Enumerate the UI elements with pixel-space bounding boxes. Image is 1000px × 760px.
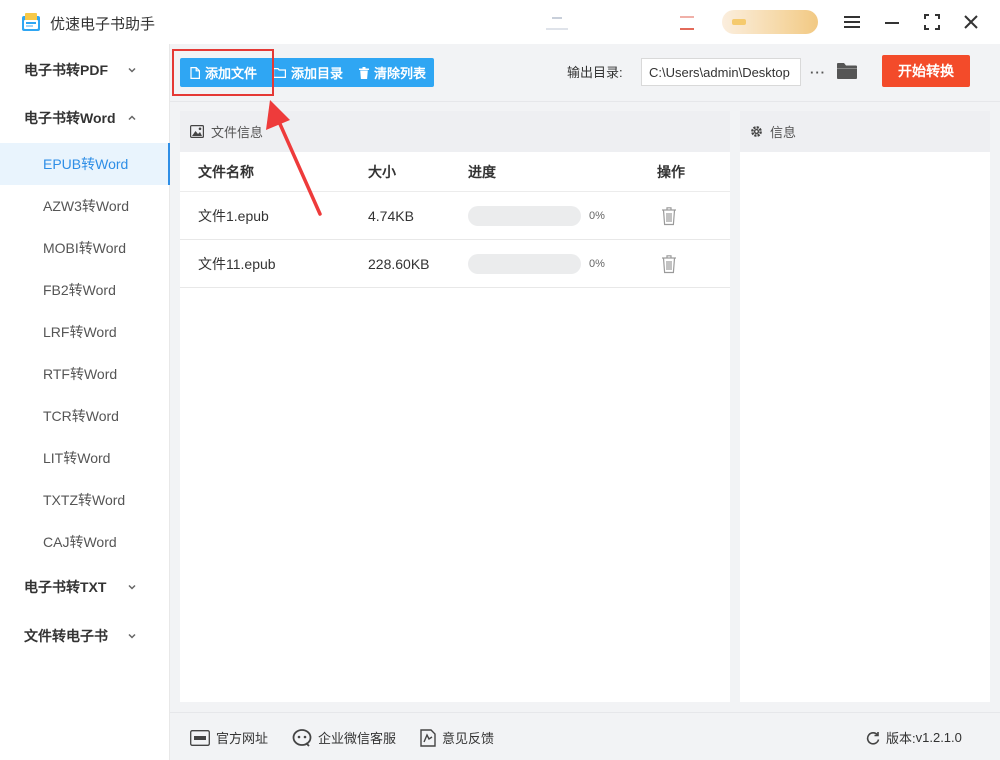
chevron-down-icon (128, 67, 136, 73)
website-label: 官方网址 (216, 731, 269, 746)
delete-icon[interactable] (661, 206, 677, 226)
sidebar-group-label: 电子书转PDF (24, 62, 108, 78)
file-panel-header: 文件信息 (180, 111, 730, 152)
sidebar-group-word[interactable]: 电子书转Word (0, 94, 170, 142)
version-info: 版本: v1.2.1.0 (866, 728, 962, 747)
minimize-icon[interactable] (880, 10, 904, 34)
start-convert-button[interactable]: 开始转换 (882, 55, 970, 87)
file-panel-title: 文件信息 (211, 125, 264, 140)
output-dir-input[interactable] (641, 58, 801, 86)
table-header: 文件名称 大小 进度 操作 (180, 152, 730, 192)
add-folder-label: 添加目录 (291, 66, 344, 81)
folder-outline-icon (273, 68, 287, 78)
wechat-label: 企业微信客服 (318, 731, 397, 746)
chevron-up-icon (128, 115, 136, 121)
chevron-down-icon (128, 584, 136, 590)
open-folder-icon[interactable] (836, 61, 858, 81)
wechat-icon (292, 728, 312, 747)
chevron-down-icon (128, 633, 136, 639)
sidebar-item-label: LIT转Word (43, 450, 111, 466)
sidebar-group-pdf[interactable]: 电子书转PDF (0, 46, 170, 94)
app-title: 优速电子书助手 (50, 16, 156, 33)
output-dir-label: 输出目录: (567, 65, 623, 80)
version-label: 版本: (886, 731, 916, 746)
sidebar: 电子书转PDF 电子书转Word EPUB转Word AZW3转Word MOB… (0, 44, 170, 760)
file-name: 文件1.epub (198, 207, 269, 224)
progress-percent: 0% (589, 257, 605, 270)
title-bar: 优速电子书助手 (0, 0, 1000, 44)
sidebar-group-label: 电子书转Word (24, 110, 116, 126)
column-header-name: 文件名称 (198, 163, 254, 180)
app-logo-icon (22, 13, 40, 31)
info-panel: 信息 (740, 111, 990, 702)
sidebar-item-label: EPUB转Word (43, 156, 129, 172)
progress-percent: 0% (589, 209, 605, 222)
trash-icon (359, 66, 370, 79)
file-button-group: 添加文件 添加目录 清除列表 (180, 58, 435, 87)
progress-bar (468, 254, 581, 274)
maximize-icon[interactable] (920, 10, 944, 34)
sidebar-item-lit-word[interactable]: LIT转Word (0, 437, 170, 479)
table-row: 文件1.epub 4.74KB 0% (180, 192, 730, 240)
browse-more-button[interactable]: ··· (808, 58, 828, 86)
file-size: 228.60KB (368, 255, 430, 272)
sidebar-item-label: TCR转Word (43, 408, 119, 424)
sidebar-item-mobi-word[interactable]: MOBI转Word (0, 227, 170, 269)
file-name: 文件11.epub (198, 255, 276, 272)
sidebar-item-fb2-word[interactable]: FB2转Word (0, 269, 170, 311)
feedback-link[interactable]: 意见反馈 (420, 728, 494, 747)
sidebar-group-label: 电子书转TXT (24, 579, 107, 595)
info-panel-title: 信息 (770, 125, 797, 140)
sidebar-item-epub-word[interactable]: EPUB转Word (0, 143, 170, 185)
file-size: 4.74KB (368, 207, 414, 224)
close-icon[interactable] (959, 10, 983, 34)
menu-icon[interactable] (840, 10, 864, 34)
toolbar: 添加文件 添加目录 清除列表 输出目录: ··· 开始转换 (170, 44, 1000, 102)
add-folder-button[interactable]: 添加目录 (265, 58, 351, 87)
table-row: 文件11.epub 228.60KB 0% (180, 240, 730, 288)
sidebar-item-rtf-word[interactable]: RTF转Word (0, 353, 170, 395)
promo-icon[interactable] (546, 14, 568, 30)
sidebar-group-label: 文件转电子书 (24, 628, 108, 644)
column-header-progress: 进度 (468, 163, 496, 180)
column-header-action: 操作 (657, 163, 685, 180)
website-icon (190, 729, 210, 746)
sidebar-item-label: RTF转Word (43, 366, 118, 382)
sidebar-item-label: LRF转Word (43, 324, 117, 340)
refresh-icon (866, 731, 880, 745)
sidebar-group-txt[interactable]: 电子书转TXT (0, 563, 170, 611)
footer: 官方网址 企业微信客服 意见反馈 版本: v1.2.1.0 (170, 712, 1000, 760)
feedback-label: 意见反馈 (442, 731, 495, 746)
sidebar-item-label: TXTZ转Word (43, 492, 126, 508)
notice-icon[interactable] (680, 14, 694, 30)
version-number: v1.2.1.0 (915, 730, 962, 745)
clear-list-button[interactable]: 清除列表 (351, 58, 434, 87)
feedback-icon (420, 728, 436, 747)
sidebar-item-label: MOBI转Word (43, 240, 126, 256)
add-file-label: 添加文件 (205, 66, 258, 81)
sidebar-item-caj-word[interactable]: CAJ转Word (0, 521, 170, 563)
sidebar-group-to-ebook[interactable]: 文件转电子书 (0, 612, 170, 660)
sidebar-item-label: FB2转Word (43, 282, 116, 298)
sidebar-item-label: CAJ转Word (43, 534, 117, 550)
file-panel: 文件信息 文件名称 大小 进度 操作 文件1.epub 4.74KB 0% 文件… (180, 111, 730, 702)
clear-list-label: 清除列表 (374, 66, 427, 81)
sidebar-item-tcr-word[interactable]: TCR转Word (0, 395, 170, 437)
gear-icon (751, 126, 762, 137)
sidebar-item-lrf-word[interactable]: LRF转Word (0, 311, 170, 353)
sidebar-item-txtz-word[interactable]: TXTZ转Word (0, 479, 170, 521)
column-header-size: 大小 (368, 163, 396, 180)
delete-icon[interactable] (661, 254, 677, 274)
image-icon (190, 125, 204, 138)
sidebar-item-label: AZW3转Word (43, 198, 130, 214)
info-panel-header: 信息 (740, 111, 990, 152)
file-icon (190, 66, 200, 79)
progress-bar (468, 206, 581, 226)
add-file-button[interactable]: 添加文件 (180, 58, 265, 87)
sidebar-item-azw3-word[interactable]: AZW3转Word (0, 185, 170, 227)
wechat-service-link[interactable]: 企业微信客服 (292, 728, 396, 747)
official-website-link[interactable]: 官方网址 (190, 728, 268, 747)
vip-badge[interactable] (722, 10, 818, 34)
